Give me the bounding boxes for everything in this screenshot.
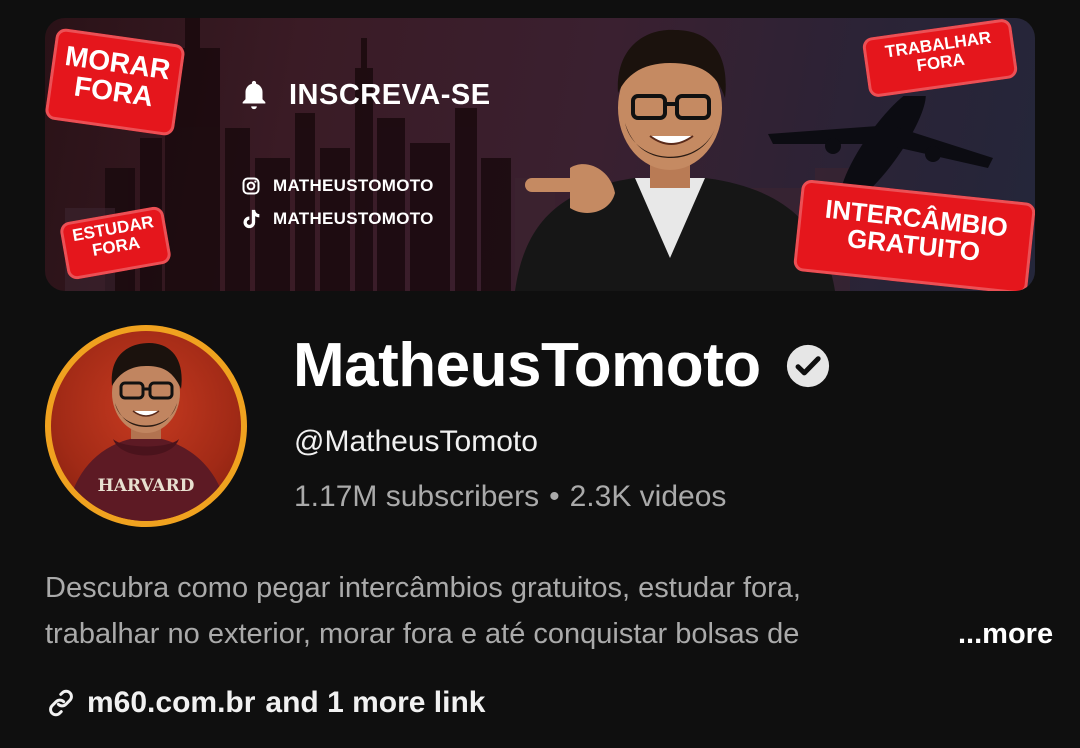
sticker-morar-fora: MORAR FORA: [45, 27, 186, 137]
description-line-2: trabalhar no exterior, morar fora e até …: [45, 618, 800, 650]
hoodie-lettering: HARVARD: [98, 476, 195, 496]
channel-banner[interactable]: MORAR FORA ESTUDAR FORA TRABALHAR FORA I…: [45, 18, 1035, 291]
subscribe-cta-text: INSCREVA-SE: [289, 78, 491, 111]
host-photo-avatar: HARVARD: [66, 343, 229, 521]
instagram-handle: MATHEUSTOMOTO: [273, 176, 434, 195]
description-line-2-wrap: trabalhar no exterior, morar fora e até …: [45, 611, 1054, 657]
channel-avatar[interactable]: HARVARD: [45, 325, 247, 527]
tiktok-icon: [243, 209, 260, 229]
channel-page: MORAR FORA ESTUDAR FORA TRABALHAR FORA I…: [0, 0, 1080, 748]
sticker-estudar-fora-text: ESTUDAR FORA: [70, 212, 156, 260]
description-line-1: Descubra como pegar intercâmbios gratuit…: [45, 572, 801, 604]
sticker-intercambio-text: INTERCÂMBIO GRATUITO: [823, 193, 1010, 268]
channel-links[interactable]: m60.com.br and 1 more link: [45, 686, 485, 720]
instagram-row: MATHEUSTOMOTO: [241, 176, 434, 196]
channel-title: MatheusTomoto: [293, 330, 831, 401]
link-icon: [49, 689, 73, 717]
avatar-photo: HARVARD: [51, 331, 241, 521]
primary-link[interactable]: m60.com.br: [87, 686, 255, 720]
instagram-icon: [242, 177, 260, 195]
channel-handle: @MatheusTomoto: [294, 425, 538, 458]
tiktok-handle: MATHEUSTOMOTO: [273, 209, 434, 228]
video-count: 2.3K videos: [569, 480, 727, 513]
sticker-morar-fora-text: MORAR FORA: [63, 39, 173, 113]
verified-check-icon: [786, 344, 829, 387]
bell-icon: [242, 80, 266, 110]
stats-separator: •: [549, 480, 560, 513]
channel-name: MatheusTomoto: [293, 331, 761, 400]
host-photo-banner: [515, 29, 835, 291]
tiktok-row: MATHEUSTOMOTO: [241, 208, 434, 230]
subscriber-count: 1.17M subscribers: [294, 480, 540, 513]
subscribe-cta: INSCREVA-SE: [237, 78, 491, 112]
channel-description[interactable]: Descubra como pegar intercâmbios gratuit…: [45, 565, 1054, 657]
sticker-trabalhar-fora-text: TRABALHAR FORA: [883, 27, 993, 76]
more-links[interactable]: and 1 more link: [265, 686, 485, 720]
channel-stats: 1.17M subscribers • 2.3K videos: [294, 480, 726, 514]
more-button[interactable]: ...more: [912, 611, 1054, 657]
